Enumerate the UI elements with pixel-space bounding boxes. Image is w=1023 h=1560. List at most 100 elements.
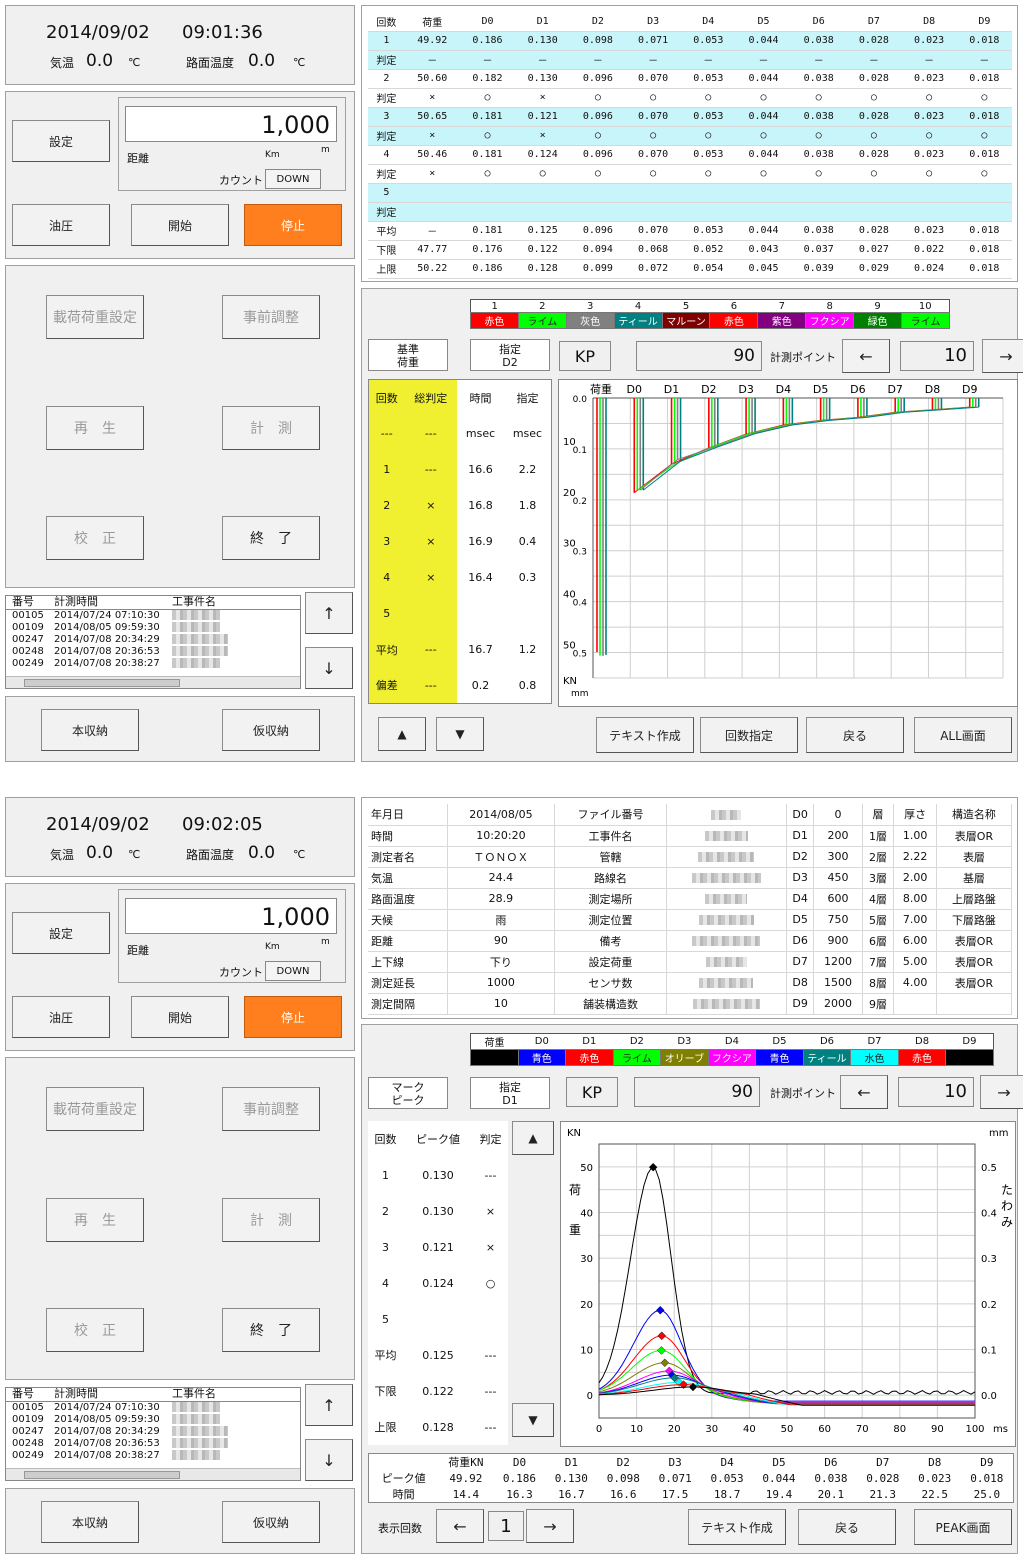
peak-cell: 16.6 <box>610 1487 637 1501</box>
table-cell: 0.098 <box>570 31 626 51</box>
calibrate-button[interactable]: 校 正 <box>46 1308 144 1352</box>
peak-header-cell: D6 <box>824 1455 838 1469</box>
exit-button[interactable]: 終 了 <box>222 516 320 560</box>
road-temp-unit: ℃ <box>293 848 306 861</box>
scroll-down-button[interactable]: ↓ <box>305 1439 353 1481</box>
store-button[interactable]: 本収納 <box>41 709 139 751</box>
table-cell: 上限 <box>368 259 405 279</box>
info-cell: 上層路盤 <box>936 888 1013 910</box>
info-cell: 1.00 <box>893 825 937 847</box>
load-setting-button[interactable]: 載荷荷重設定 <box>46 1087 144 1131</box>
info-cell: D3 <box>786 867 815 889</box>
load-setting-button[interactable]: 載荷荷重設定 <box>46 295 144 339</box>
info-cell: 1000 <box>447 972 556 994</box>
table-cell: ○ <box>846 164 902 184</box>
point-prev-button[interactable]: ← <box>842 339 890 373</box>
hydraulic-button[interactable]: 油圧 <box>12 996 110 1038</box>
all-screen-button[interactable]: ALL画面 <box>914 717 1012 753</box>
list-item[interactable]: 00109 2014/08/05 09:59:30 <box>6 1414 300 1426</box>
scroll-up-button[interactable]: ↑ <box>305 592 353 634</box>
text-create-button[interactable]: テキスト作成 <box>688 1509 786 1545</box>
list-item[interactable]: 00249 2014/07/08 20:38:27 <box>6 658 300 670</box>
back-button[interactable]: 戻る <box>798 1509 896 1545</box>
legend-number: D2 <box>629 1036 644 1047</box>
list-item[interactable]: 00247 2014/07/08 20:34:29 <box>6 1426 300 1438</box>
point-next-button[interactable]: → <box>980 1075 1023 1109</box>
hydraulic-button[interactable]: 油圧 <box>12 204 110 246</box>
peak-side-table: 回数 ピーク値 判定 1 0.130 --- 2 0.130 × 3 0.121 × 4 0.124 ○ 5 平… <box>368 1121 508 1445</box>
table-cell <box>735 183 792 203</box>
peak-row: 時間 14.4 16.3 16.7 16.6 17.5 18.7 19.4 20.1 21.3 22… <box>369 1486 1014 1503</box>
record-list[interactable]: 番号 計測時間 工事件名 00105 2014/07/24 07:10:30 00… <box>5 1387 301 1481</box>
count-mode-box[interactable]: DOWN <box>265 961 321 981</box>
table-cell: 5 <box>368 183 405 203</box>
scroll-down-button[interactable]: ↓ <box>305 647 353 689</box>
legend-number: 6 <box>730 300 738 312</box>
table-header-cell: D8 <box>901 12 957 32</box>
table-cell: 0.072 <box>625 259 681 279</box>
list-item[interactable]: 00105 2014/07/24 07:10:30 <box>6 610 300 622</box>
record-list[interactable]: 番号 計測時間 工事件名 00105 2014/07/24 07:10:30 00… <box>5 595 301 689</box>
legend-number: 9 <box>874 300 881 312</box>
info-cell: 2014/08/05 <box>447 804 556 826</box>
side-up-button[interactable]: ▲ <box>512 1121 554 1155</box>
list-item[interactable]: 00249 2014/07/08 20:38:27 <box>6 1450 300 1462</box>
table-cell: 0.176 <box>459 240 516 260</box>
nav-down-button[interactable]: ▼ <box>436 717 484 751</box>
pre-adjust-button[interactable]: 事前調整 <box>222 1087 320 1131</box>
side-cell: 0.3 <box>518 571 537 584</box>
side-down-button[interactable]: ▼ <box>512 1403 554 1437</box>
info-cell: 3層 <box>862 867 895 889</box>
settings-button[interactable]: 設定 <box>12 912 110 954</box>
text-create-button[interactable]: テキスト作成 <box>596 717 694 753</box>
start-button[interactable]: 開始 <box>131 996 229 1038</box>
stop-button[interactable]: 停止 <box>244 204 342 246</box>
horizontal-scrollbar[interactable] <box>6 1468 300 1480</box>
calibrate-button[interactable]: 校 正 <box>46 516 144 560</box>
count-mode-box[interactable]: DOWN <box>265 169 321 189</box>
column-label: D4 <box>776 383 791 396</box>
side-row: 偏差 --- 0.2 0.8 <box>368 667 552 704</box>
redacted-value <box>699 978 754 988</box>
info-cell: ＴＯＮＯＸ <box>447 846 556 868</box>
peak-header-cell: D4 <box>720 1455 734 1469</box>
side-cell: --- <box>484 1384 497 1398</box>
start-button[interactable]: 開始 <box>131 204 229 246</box>
list-item[interactable]: 00248 2014/07/08 20:36:53 <box>6 1438 300 1450</box>
point-prev-button[interactable]: ← <box>840 1075 888 1109</box>
play-button[interactable]: 再 生 <box>46 1198 144 1242</box>
list-item[interactable]: 00105 2014/07/24 07:10:30 <box>6 1402 300 1414</box>
spec-box[interactable]: 指定 D2 <box>470 339 550 371</box>
store-button[interactable]: 本収納 <box>41 1501 139 1543</box>
temp-store-button[interactable]: 仮収納 <box>222 1501 320 1543</box>
display-next-button[interactable]: → <box>526 1509 574 1543</box>
peak-screen-button[interactable]: PEAK画面 <box>914 1509 1012 1545</box>
peak-header-cell: D7 <box>876 1455 890 1469</box>
info-cell: 路線名 <box>554 867 667 889</box>
list-item[interactable]: 00248 2014/07/08 20:36:53 <box>6 646 300 658</box>
nav-up-button[interactable]: ▲ <box>378 717 426 751</box>
table-cell: 判定 <box>368 164 405 184</box>
table-cell: × <box>404 164 460 184</box>
spec-box[interactable]: 指定 D1 <box>470 1077 550 1109</box>
air-temp-label: 気温 <box>50 56 75 70</box>
play-button[interactable]: 再 生 <box>46 406 144 450</box>
exit-button[interactable]: 終 了 <box>222 1308 320 1352</box>
list-item[interactable]: 00247 2014/07/08 20:34:29 <box>6 634 300 646</box>
table-cell: 0.045 <box>735 259 792 279</box>
count-spec-button[interactable]: 回数指定 <box>700 717 798 753</box>
back-button[interactable]: 戻る <box>806 717 904 753</box>
pre-adjust-button[interactable]: 事前調整 <box>222 295 320 339</box>
side-cell: × <box>404 487 458 524</box>
display-prev-button[interactable]: ← <box>436 1509 484 1543</box>
settings-button[interactable]: 設定 <box>12 120 110 162</box>
scroll-up-button[interactable]: ↑ <box>305 1384 353 1426</box>
temp-store-button[interactable]: 仮収納 <box>222 709 320 751</box>
stop-button[interactable]: 停止 <box>244 996 342 1038</box>
measure-button[interactable]: 計 測 <box>222 406 320 450</box>
horizontal-scrollbar[interactable] <box>6 676 300 688</box>
point-next-button[interactable]: → <box>982 339 1023 373</box>
measure-button[interactable]: 計 測 <box>222 1198 320 1242</box>
column-label: D0 <box>627 383 642 396</box>
list-item[interactable]: 00109 2014/08/05 09:59:30 <box>6 622 300 634</box>
